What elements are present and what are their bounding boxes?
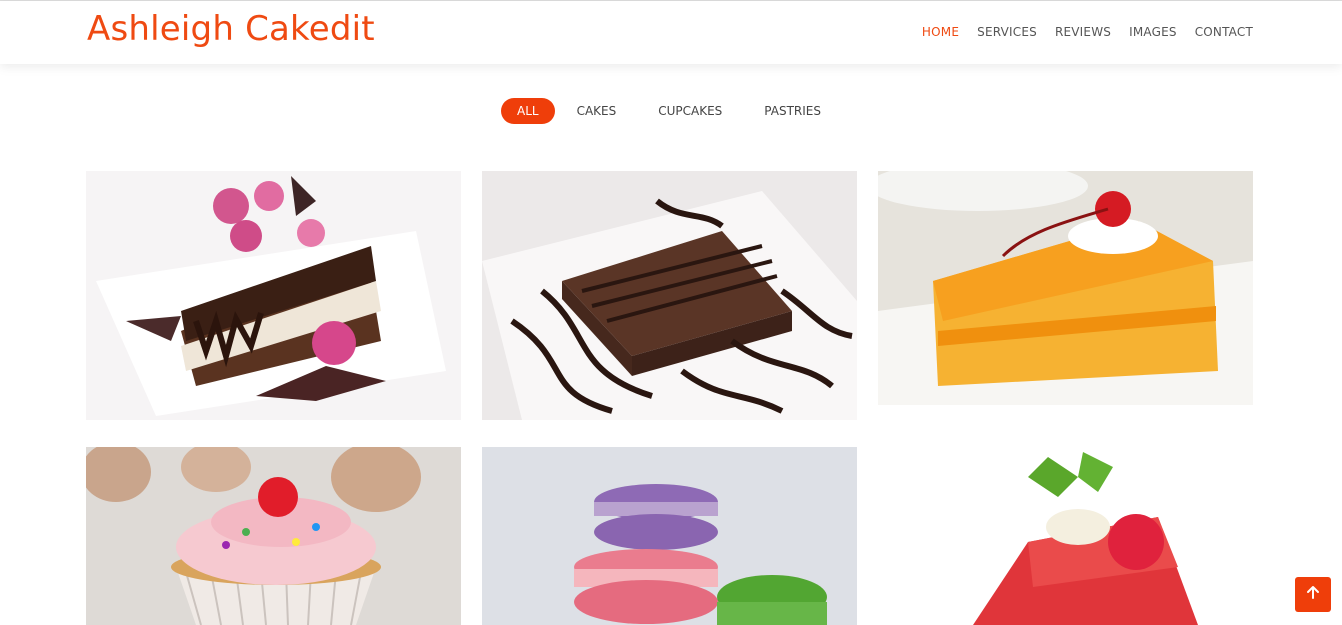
nav-contact[interactable]: CONTACT <box>1195 25 1253 39</box>
raspberry-cake-image <box>878 447 1253 625</box>
arrow-up-icon <box>1306 585 1320 604</box>
gallery-filters: ALL CAKES CUPCAKES PASTRIES <box>0 98 1342 124</box>
cupcake-image <box>86 447 461 625</box>
brand-logo[interactable]: Ashleigh Cakedit <box>87 9 375 49</box>
nav-images[interactable]: IMAGES <box>1129 25 1177 39</box>
filter-cakes[interactable]: CAKES <box>557 98 637 124</box>
gallery-item-macarons[interactable] <box>482 447 857 625</box>
scroll-to-top-button[interactable] <box>1295 577 1331 612</box>
gallery-item-brownie[interactable] <box>482 171 857 420</box>
nav-reviews[interactable]: REVIEWS <box>1055 25 1111 39</box>
filter-cupcakes[interactable]: CUPCAKES <box>638 98 742 124</box>
gallery-item-cupcake[interactable] <box>86 447 461 625</box>
macarons-image <box>482 447 857 625</box>
filter-pastries[interactable]: PASTRIES <box>744 98 841 124</box>
filter-all[interactable]: ALL <box>500 98 555 124</box>
main-nav: HOME SERVICES REVIEWS IMAGES CONTACT <box>922 25 1253 39</box>
site-header: Ashleigh Cakedit HOME SERVICES REVIEWS I… <box>0 1 1342 64</box>
gallery-item-raspberry-cake[interactable] <box>878 447 1253 625</box>
chocolate-cake-image <box>86 171 461 420</box>
nav-services[interactable]: SERVICES <box>977 25 1037 39</box>
gallery-item-chocolate-cake[interactable] <box>86 171 461 420</box>
orange-cake-image <box>878 171 1253 405</box>
gallery-item-orange-cake[interactable] <box>878 171 1253 405</box>
nav-home[interactable]: HOME <box>922 25 959 39</box>
brownie-image <box>482 171 857 420</box>
